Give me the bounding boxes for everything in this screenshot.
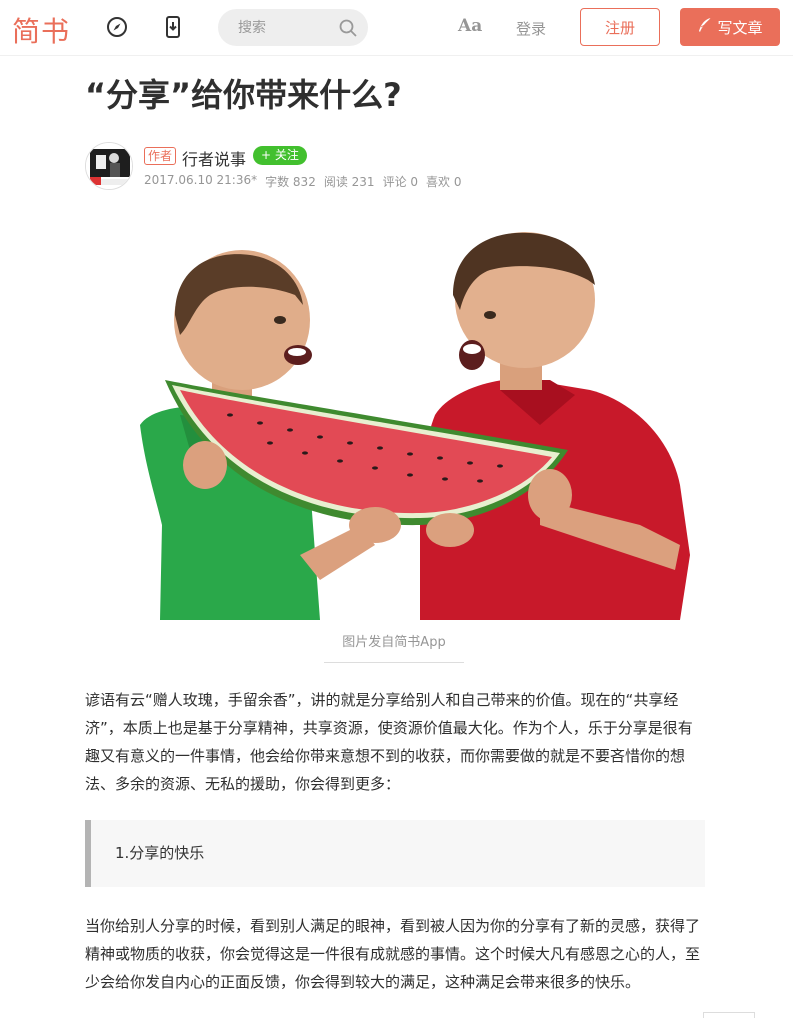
write-article-label: 写文章 <box>717 18 763 37</box>
comment-count: 评论 0 <box>382 175 419 189</box>
paragraph-intro: 谚语有云“赠人玫瑰，手留余香”，讲的就是分享给别人和自己带来的价值。现在的“共享… <box>85 691 693 793</box>
paragraph-joy: 当你给别人分享的时候，看到别人满足的眼神，看到被人因为你的分享有了新的灵感，获得… <box>85 917 701 991</box>
write-article-button[interactable]: 写文章 <box>680 8 780 46</box>
search-input[interactable] <box>238 18 338 38</box>
font-settings-toggle[interactable]: Aa <box>458 16 482 36</box>
login-link[interactable]: 登录 <box>516 18 546 39</box>
article-image[interactable] <box>120 225 745 620</box>
author-name[interactable]: 行者说事 <box>182 146 246 170</box>
blockquote-text: 1.分享的快乐 <box>115 844 205 862</box>
like-count: 喜欢 0 <box>426 175 462 189</box>
avatar[interactable] <box>85 142 133 190</box>
follow-button[interactable]: + 关注 <box>253 146 307 165</box>
image-caption: 图片发自简书App <box>324 631 464 663</box>
top-navbar: 简书 Aa 登录 注册 写文章 <box>0 0 793 56</box>
search-icon[interactable] <box>338 18 358 38</box>
floating-toolbar-edge <box>703 1012 755 1018</box>
search-bar <box>218 9 368 46</box>
author-badge: 作者 <box>144 147 177 165</box>
mobile-download-icon[interactable] <box>160 14 186 40</box>
compass-icon[interactable] <box>104 14 130 40</box>
word-count: 字数 832 <box>265 175 316 189</box>
jianshu-logo[interactable]: 简书 <box>12 10 70 50</box>
quill-icon <box>697 17 713 37</box>
blockquote: 1.分享的快乐 <box>85 820 705 887</box>
article-title: “分享”给你带来什么? <box>85 76 402 114</box>
register-button[interactable]: 注册 <box>580 8 660 46</box>
article-meta: 2017.06.10 21:36* 字数 832 阅读 231 评论 0 喜欢 … <box>144 173 461 190</box>
read-count: 阅读 231 <box>323 175 375 189</box>
publish-date: 2017.06.10 21:36* <box>144 173 258 187</box>
